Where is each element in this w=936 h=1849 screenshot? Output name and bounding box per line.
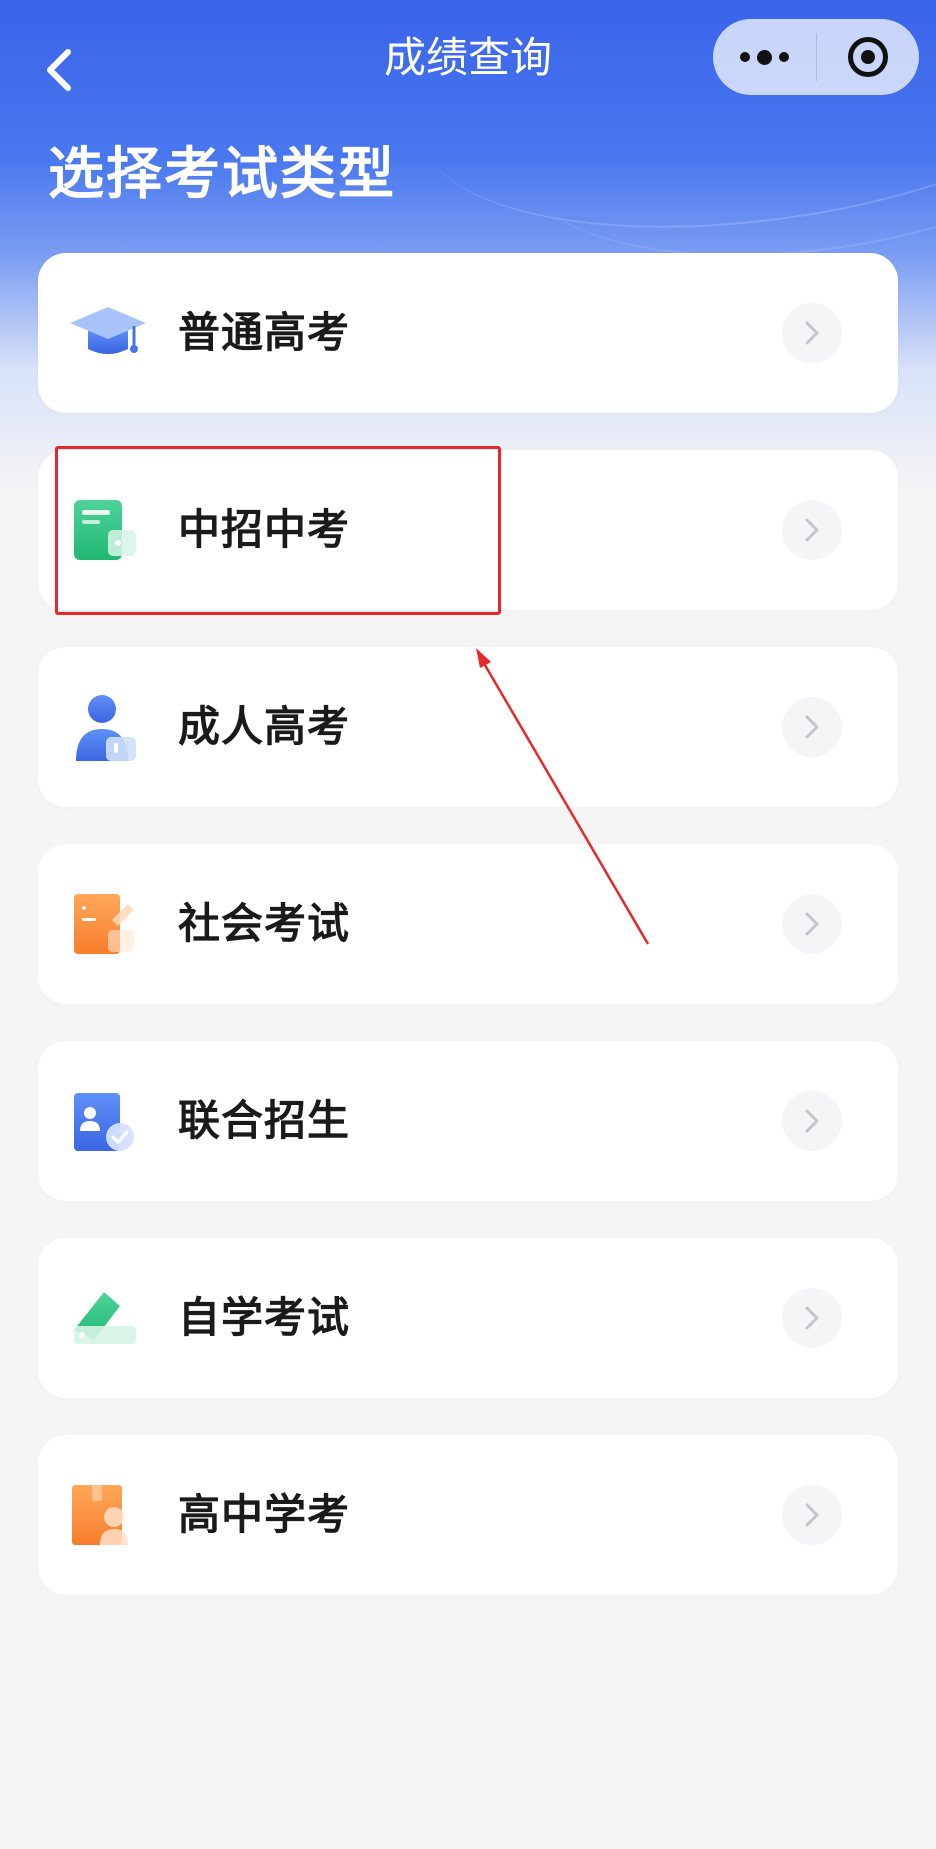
close-button[interactable] <box>817 19 920 95</box>
orange-document-icon <box>74 894 134 954</box>
green-tag-icon <box>74 1292 136 1344</box>
green-certificate-icon <box>74 500 136 560</box>
more-button[interactable] <box>713 19 816 95</box>
exam-type-card-joint[interactable]: 联合招生 <box>38 1041 898 1201</box>
graduation-cap-icon <box>70 307 146 354</box>
miniprogram-capsule <box>713 19 919 95</box>
chevron-right-icon <box>782 697 842 757</box>
chevron-right-icon <box>782 500 842 560</box>
more-dots-icon <box>739 49 789 65</box>
exam-type-card-social[interactable]: 社会考试 <box>38 844 898 1004</box>
page-heading: 选择考试类型 <box>48 142 396 207</box>
chevron-right-icon <box>782 1288 842 1348</box>
user-badge-icon <box>74 1093 134 1151</box>
exam-type-label: 联合招生 <box>178 1096 351 1145</box>
exam-type-label: 社会考试 <box>178 899 351 948</box>
exam-type-label: 自学考试 <box>178 1293 351 1342</box>
exam-type-card-gaokao[interactable]: 普通高考 <box>38 253 898 413</box>
target-circle-icon <box>847 37 888 77</box>
chevron-right-icon <box>782 1485 842 1545</box>
chevron-right-icon <box>782 1091 842 1151</box>
person-icon <box>76 695 136 761</box>
exam-type-card-high-school[interactable]: 高中学考 <box>38 1435 898 1595</box>
exam-type-label: 中招中考 <box>178 505 351 554</box>
chevron-right-icon <box>782 303 842 363</box>
chevron-right-icon <box>782 894 842 954</box>
exam-type-label: 高中学考 <box>178 1490 351 1539</box>
exam-type-card-zhongkao[interactable]: 中招中考 <box>38 450 898 610</box>
exam-type-label: 普通高考 <box>178 308 351 357</box>
exam-type-label: 成人高考 <box>178 702 351 751</box>
orange-folder-icon <box>72 1485 128 1545</box>
exam-type-card-adult[interactable]: 成人高考 <box>38 647 898 807</box>
exam-type-card-self-study[interactable]: 自学考试 <box>38 1238 898 1398</box>
